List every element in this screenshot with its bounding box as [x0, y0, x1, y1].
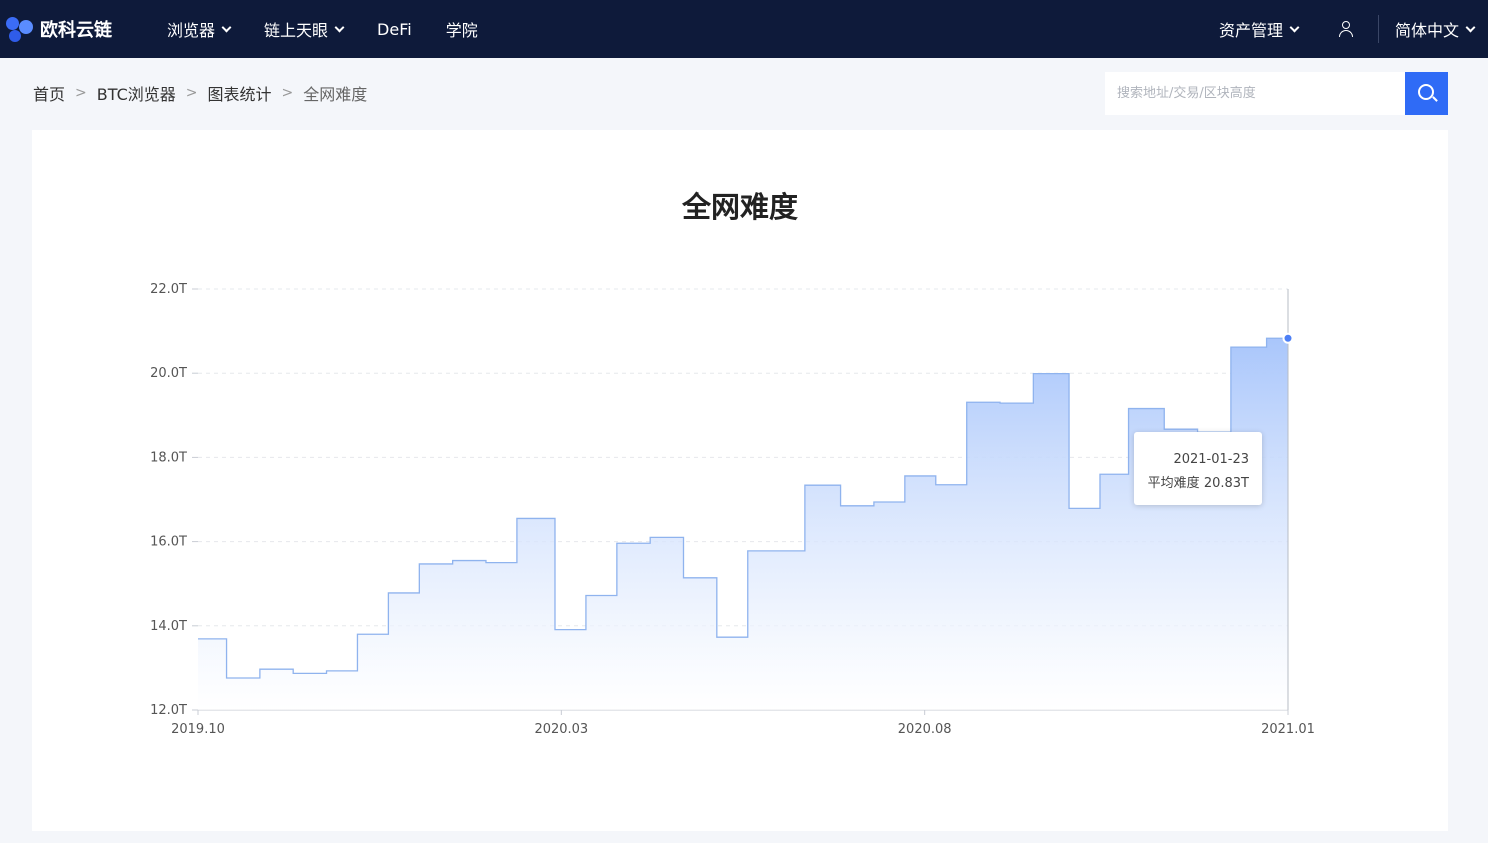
nav-right: 资产管理 简体中文	[1218, 0, 1476, 58]
main-nav: 浏览器 链上天眼 DeFi 学院	[167, 0, 512, 58]
series-area	[198, 338, 1288, 710]
tooltip-label: 平均难度	[1147, 476, 1200, 491]
chart-tooltip: 2021-01-23 平均难度 20.83T	[1134, 432, 1262, 505]
nav-item-defi[interactable]: DeFi	[377, 20, 412, 39]
data-point	[1282, 332, 1294, 344]
search-input[interactable]	[1105, 72, 1405, 115]
user-icon[interactable]	[1338, 21, 1354, 37]
asset-management-label: 资产管理	[1218, 21, 1283, 40]
logo-icon	[6, 15, 34, 43]
nav-item-academy[interactable]: 学院	[446, 17, 478, 41]
tooltip-date: 2021-01-23	[1173, 452, 1249, 467]
y-tick-label: 20.0T	[150, 366, 187, 381]
chevron-down-icon	[1289, 22, 1300, 32]
nav-item-label: DeFi	[377, 19, 412, 39]
breadcrumb: 首页 > BTC浏览器 > 图表统计 > 全网难度	[33, 82, 367, 104]
y-tick-label: 18.0T	[150, 450, 187, 465]
chevron-down-icon	[334, 22, 345, 32]
breadcrumb-home[interactable]: 首页	[33, 81, 65, 105]
language-selector[interactable]: 简体中文	[1394, 17, 1476, 41]
tooltip-value-row: 平均难度 20.83T	[1134, 472, 1249, 496]
breadcrumb-separator: >	[281, 85, 294, 101]
y-tick-label: 14.0T	[150, 619, 187, 634]
x-tick-label: 2019.10	[171, 722, 225, 737]
nav-item-label: 学院	[445, 21, 478, 40]
y-tick-label: 16.0T	[150, 535, 187, 550]
chart-card: 全网难度 12.0T 14.0T 16.0T 18.0T 20.0T 22.0T 2019.…	[32, 130, 1448, 831]
breadcrumb-current: 全网难度	[303, 85, 368, 104]
brand-logo[interactable]: 欧科云链	[6, 14, 112, 44]
nav-item-browser[interactable]: 浏览器	[167, 17, 232, 41]
x-tick-label: 2020.03	[534, 722, 588, 737]
y-tick-label: 22.0T	[150, 282, 187, 297]
chevron-down-icon	[1465, 22, 1476, 32]
breadcrumb-separator: >	[185, 85, 198, 101]
nav-item-onchain-eye[interactable]: 链上天眼	[264, 17, 345, 41]
x-tick-label: 2020.08	[898, 722, 952, 737]
nav-item-label: 链上天眼	[264, 21, 329, 40]
y-tick-label: 12.0T	[150, 703, 187, 718]
search-button[interactable]	[1405, 72, 1448, 115]
nav-item-label: 浏览器	[167, 21, 216, 40]
chevron-down-icon	[221, 22, 232, 32]
tooltip-value: 20.83T	[1203, 476, 1249, 491]
brand-name: 欧科云链	[40, 20, 112, 41]
search-bar	[1105, 72, 1448, 115]
top-navigation: 欧科云链 浏览器 链上天眼 DeFi 学院 资产管理 简体中文	[0, 0, 1488, 58]
breadcrumb-separator: >	[75, 85, 87, 101]
nav-divider	[1377, 15, 1379, 43]
language-label: 简体中文	[1394, 21, 1459, 40]
breadcrumb-btc-browser[interactable]: BTC浏览器	[97, 81, 176, 105]
breadcrumb-chart-stats[interactable]: 图表统计	[207, 81, 271, 105]
asset-management-menu[interactable]: 资产管理	[1218, 17, 1300, 41]
x-tick-label: 2021.01	[1261, 722, 1315, 737]
